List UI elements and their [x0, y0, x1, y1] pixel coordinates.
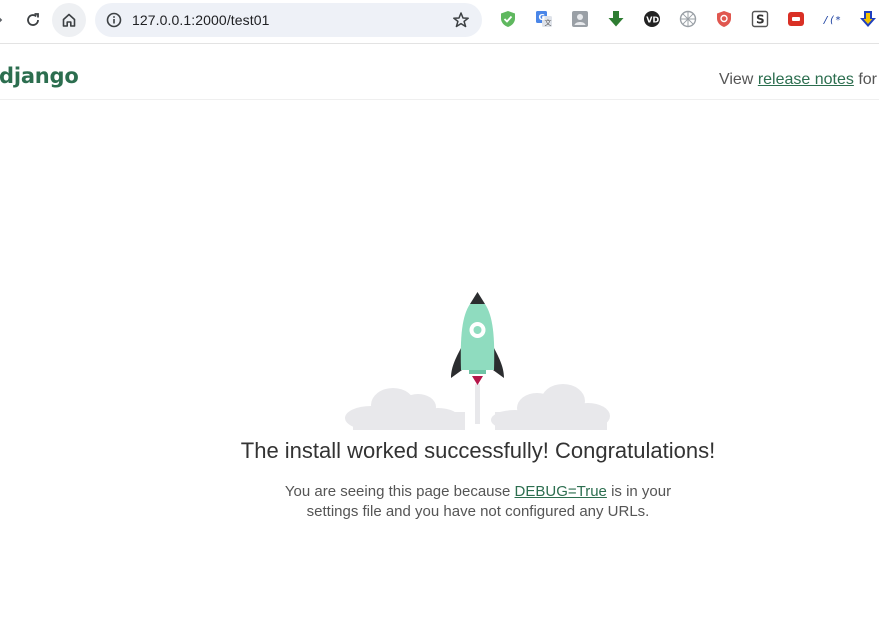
- rocket-fin-right: [493, 346, 504, 378]
- site-info-icon[interactable]: [105, 11, 123, 29]
- svg-text:/(*): /(*): [823, 15, 841, 26]
- svg-text:VD: VD: [646, 15, 659, 24]
- shield-check-icon[interactable]: [498, 9, 518, 29]
- subtitle-prefix: You are seeing this page because: [284, 483, 515, 500]
- page-title: The install worked successfully! Congrat…: [240, 438, 716, 463]
- release-notes-link[interactable]: release notes: [758, 71, 854, 88]
- rocket-flame: [472, 376, 483, 385]
- reload-icon: [27, 13, 39, 26]
- subtitle-line-1: You are seeing this page because DEBUG=T…: [0, 482, 879, 502]
- subtitle: You are seeing this page because DEBUG=T…: [0, 482, 879, 522]
- url-text[interactable]: 127.0.0.1:2000/test01: [132, 12, 270, 28]
- browser-toolbar: 127.0.0.1:2000/test01 G文 VD S /(*): [0, 0, 879, 44]
- notes-suffix: for: [853, 71, 877, 88]
- debug-link[interactable]: DEBUG=True: [515, 483, 607, 500]
- reload-button[interactable]: [16, 3, 50, 37]
- vpn-shield-icon[interactable]: [714, 9, 734, 29]
- django-logo[interactable]: django: [0, 64, 79, 88]
- arrow-down-icon[interactable]: [858, 9, 878, 29]
- django-header: django View release notes for: [0, 44, 879, 100]
- home-icon: [62, 13, 76, 27]
- svg-text:文: 文: [545, 18, 552, 27]
- vd-icon[interactable]: VD: [642, 9, 662, 29]
- subtitle-line1-suffix: is in your: [606, 483, 672, 500]
- rocket-illustration: [345, 292, 610, 430]
- bookmark-star-icon[interactable]: [452, 11, 470, 29]
- home-button[interactable]: [52, 3, 86, 37]
- network-icon[interactable]: [678, 9, 698, 29]
- subtitle-line-2: settings file and you have not configure…: [306, 503, 650, 520]
- notes-prefix: View: [718, 71, 758, 88]
- screen-capture-icon[interactable]: [786, 9, 806, 29]
- s-letter-icon[interactable]: S: [750, 9, 770, 29]
- dev-icon[interactable]: /(*): [822, 9, 842, 29]
- exhaust-trail: [475, 384, 480, 424]
- profile-card-icon[interactable]: [570, 9, 590, 29]
- google-translate-icon[interactable]: G文: [534, 9, 554, 29]
- download-arrow-icon[interactable]: [606, 9, 626, 29]
- release-notes-text: View release notes for: [719, 71, 877, 89]
- rocket-nose: [470, 292, 485, 304]
- svg-text:S: S: [756, 13, 765, 27]
- rocket-fin-left: [451, 346, 462, 378]
- address-bar[interactable]: 127.0.0.1:2000/test01: [95, 3, 482, 37]
- forward-arrow-icon[interactable]: [0, 14, 4, 26]
